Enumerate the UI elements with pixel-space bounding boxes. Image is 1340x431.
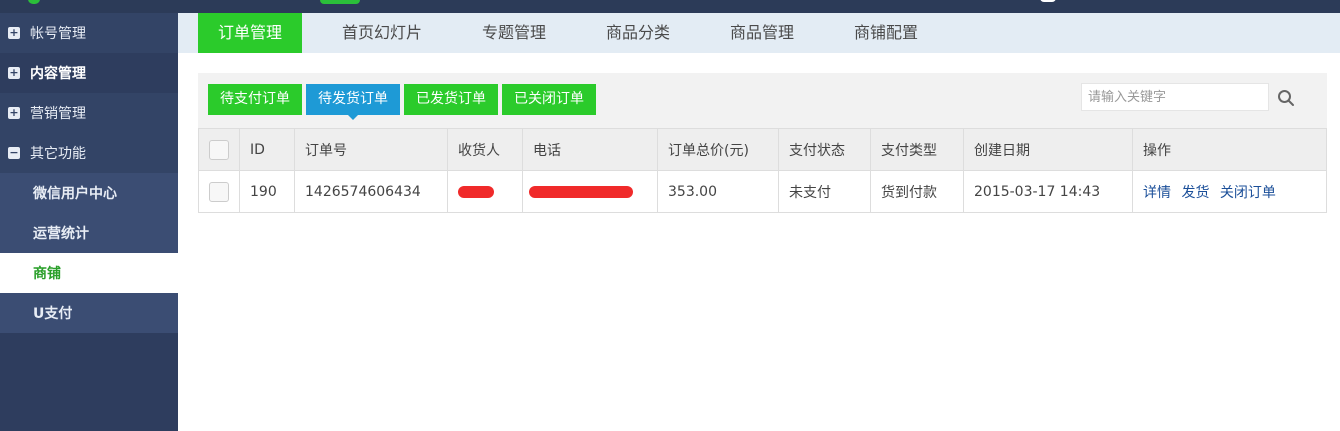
sidebar-item-account[interactable]: + 帐号管理 (0, 13, 178, 53)
tab-home-slides[interactable]: 首页幻灯片 (322, 13, 442, 53)
sidebar-item-other[interactable]: − 其它功能 (0, 133, 178, 173)
cell-actions: 详情 发货 关闭订单 (1132, 170, 1327, 213)
plus-square-icon: + (8, 106, 20, 119)
top-header-bar (0, 0, 1340, 13)
sidebar-item-content[interactable]: + 内容管理 (0, 53, 178, 93)
sidebar-item-label: 营销管理 (30, 106, 86, 122)
close-order-link[interactable]: 关闭订单 (1220, 185, 1276, 201)
minus-square-icon: − (8, 146, 20, 159)
search-input[interactable] (1081, 83, 1269, 111)
header-user-icon[interactable] (1040, 0, 1056, 2)
row-select-cell (198, 170, 240, 213)
column-header-actions: 操作 (1132, 128, 1327, 171)
tab-product-category[interactable]: 商品分类 (586, 13, 690, 53)
column-header-pay-status[interactable]: 支付状态 (778, 128, 871, 171)
filter-shipped-button[interactable]: 已发货订单 (404, 84, 498, 115)
filter-pending-shipment-button[interactable]: 待发货订单 (306, 84, 400, 120)
sidebar-item-label: 帐号管理 (30, 26, 86, 42)
header-logo-mark (28, 0, 40, 4)
column-header-order-no[interactable]: 订单号 (294, 128, 448, 171)
column-header-total[interactable]: 订单总价(元) (657, 128, 779, 171)
cell-phone (522, 170, 658, 213)
cell-total: 353.00 (657, 170, 779, 213)
ship-link[interactable]: 发货 (1181, 185, 1209, 201)
tab-shop-config[interactable]: 商铺配置 (834, 13, 938, 53)
cell-receiver (447, 170, 523, 213)
filter-pending-payment-button[interactable]: 待支付订单 (208, 84, 302, 115)
table-header-row: ID 订单号 收货人 电话 订单总价(元) 支付状态 支付类型 创建日期 操作 (198, 128, 1327, 171)
redaction-mark (458, 185, 494, 198)
plus-square-icon: + (8, 26, 20, 39)
sidebar-item-marketing[interactable]: + 营销管理 (0, 93, 178, 133)
search-icon[interactable] (1277, 89, 1295, 107)
table-row: 190 1426574606434 353.00 未支付 货到付款 2015-0… (198, 170, 1327, 213)
filter-closed-button[interactable]: 已关闭订单 (502, 84, 596, 115)
sidebar-item-operation-stats[interactable]: 运营统计 (0, 213, 178, 253)
plus-square-icon: + (8, 66, 20, 79)
column-header-id[interactable]: ID (239, 128, 295, 171)
sidebar-item-label: 其它功能 (30, 146, 86, 162)
sidebar-item-label: 内容管理 (30, 66, 86, 82)
row-checkbox[interactable] (209, 181, 229, 202)
header-badge (320, 0, 360, 4)
sidebar-item-label: U支付 (33, 306, 73, 322)
cell-created: 2015-03-17 14:43 (963, 170, 1133, 213)
tab-product-management[interactable]: 商品管理 (710, 13, 814, 53)
column-header-created[interactable]: 创建日期 (963, 128, 1133, 171)
cell-order-no: 1426574606434 (294, 170, 448, 213)
select-all-checkbox[interactable] (209, 139, 229, 160)
orders-panel: 待支付订单 待发货订单 已发货订单 已关闭订单 ID 订单号 收货人 电话 (198, 73, 1327, 213)
tab-bar: 订单管理 首页幻灯片 专题管理 商品分类 商品管理 商铺配置 (178, 13, 1340, 53)
orders-table: ID 订单号 收货人 电话 订单总价(元) 支付状态 支付类型 创建日期 操作 … (198, 128, 1327, 213)
details-link[interactable]: 详情 (1143, 185, 1171, 201)
column-header-pay-type[interactable]: 支付类型 (870, 128, 964, 171)
sidebar-item-wechat-user-center[interactable]: 微信用户中心 (0, 173, 178, 213)
tab-order-management[interactable]: 订单管理 (198, 13, 302, 53)
sidebar-item-label: 微信用户中心 (33, 186, 117, 202)
column-header-receiver[interactable]: 收货人 (447, 128, 523, 171)
main-content: 订单管理 首页幻灯片 专题管理 商品分类 商品管理 商铺配置 待支付订单 待发货… (178, 13, 1340, 431)
sidebar: + 帐号管理 + 内容管理 + 营销管理 − 其它功能 微信用户中心 运营统计 … (0, 13, 178, 431)
redaction-mark (529, 185, 633, 198)
cell-pay-type: 货到付款 (870, 170, 964, 213)
sidebar-item-label: 运营统计 (33, 226, 89, 242)
select-all-cell (198, 128, 240, 171)
sidebar-item-upay[interactable]: U支付 (0, 293, 178, 333)
tab-topic-management[interactable]: 专题管理 (462, 13, 566, 53)
sidebar-item-shop[interactable]: 商铺 (0, 253, 178, 293)
cell-id: 190 (239, 170, 295, 213)
column-header-phone[interactable]: 电话 (522, 128, 658, 171)
order-toolbar: 待支付订单 待发货订单 已发货订单 已关闭订单 (198, 73, 1327, 128)
sidebar-item-label: 商铺 (33, 266, 61, 282)
cell-pay-status: 未支付 (778, 170, 871, 213)
